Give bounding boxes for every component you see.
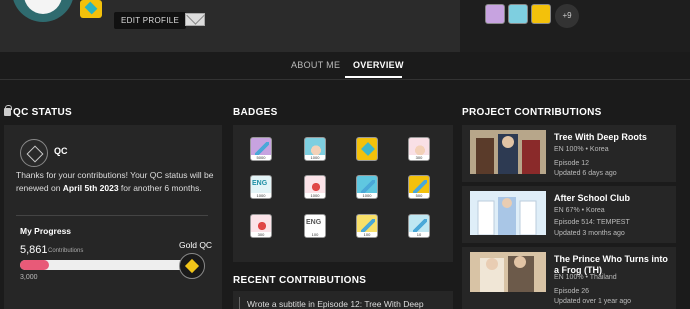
pencil-badge[interactable]: 1000 [356, 175, 378, 199]
queen-icon [413, 142, 427, 156]
pencil-icon [255, 142, 269, 156]
avatar-face [24, 0, 62, 14]
recent-contributions-list: Wrote a subtitle in Episode 12: Tree Wit… [233, 291, 453, 309]
project-title[interactable]: Tree With Deep Roots [554, 132, 672, 143]
queen-icon[interactable] [508, 4, 528, 24]
qc-message-post: for another 6 months. [118, 183, 202, 193]
project-updated: Updated 3 months ago [554, 230, 625, 237]
project-title[interactable]: After School Club [554, 193, 672, 204]
eng-icon: ENG [252, 180, 268, 187]
pencil-icon[interactable] [485, 4, 505, 24]
mail-icon[interactable] [185, 13, 205, 26]
eng-badge[interactable]: ENG 1000 [250, 175, 272, 199]
pencil-badge[interactable]: 5000 [250, 137, 272, 161]
profile-header [0, 0, 690, 52]
gold-qc-label: Gold QC [179, 240, 213, 250]
pencil-badge[interactable]: 500 [408, 175, 430, 199]
qc-status-card: QC Thanks for your contributions! Your Q… [4, 125, 222, 309]
diamond-badge-icon [80, 0, 102, 18]
diamond-icon[interactable] [531, 4, 551, 24]
project-meta: EN 100% • Korea [554, 146, 609, 153]
project-contributions-title: PROJECT CONTRIBUTIONS [462, 107, 602, 118]
queen-badge[interactable]: 300 [408, 137, 430, 161]
badges-grid: 5000 1000 300 ENG 1000 1000 1000 500 300 ENG 100 10… [233, 125, 453, 262]
badge-caption: 300 [251, 232, 271, 237]
project-meta: EN 67% • Korea [554, 207, 605, 214]
badge-caption: 300 [409, 155, 429, 160]
badge-caption: 1000 [305, 155, 325, 160]
qc-renew-date: April 5th 2023 [62, 183, 119, 193]
recent-item[interactable]: Wrote a subtitle in Episode 12: Tree Wit… [247, 299, 424, 309]
divider [16, 215, 208, 216]
pencil-icon [361, 180, 375, 194]
pencil-icon [361, 219, 375, 233]
progress-bar-fill [20, 260, 49, 270]
pencil-badge[interactable]: 10 [408, 214, 430, 238]
diamond-icon [361, 142, 375, 156]
qc-status-title: QC STATUS [13, 107, 72, 118]
project-card[interactable]: Tree With Deep Roots EN 100% • Korea Epi… [462, 125, 676, 182]
pencil-badge[interactable]: 100 [356, 214, 378, 238]
project-card[interactable]: After School Club EN 67% • Korea Episode… [462, 186, 676, 243]
contribution-label: Contributions [48, 248, 84, 254]
tab-overview[interactable]: OVERVIEW [353, 60, 404, 70]
badge-caption: 1000 [251, 193, 271, 198]
project-title[interactable]: The Prince Who Turns into a Frog (TH) [554, 254, 672, 276]
pencil-icon [413, 219, 427, 233]
progress-bar [20, 260, 190, 270]
project-thumbnail[interactable] [470, 191, 546, 235]
girl-icon [309, 180, 323, 194]
qc-diamond-icon [20, 139, 48, 167]
badge-caption: 500 [409, 193, 429, 198]
tab-about-me[interactable]: ABOUT ME [291, 60, 340, 70]
qc-message: Thanks for your contributions! Your QC s… [16, 169, 216, 195]
progress-min: 3,000 [20, 274, 38, 281]
timeline-line [239, 297, 240, 309]
profile-tabs: ABOUT ME OVERVIEW [0, 52, 690, 80]
project-meta: EN 100% • Thailand [554, 274, 617, 281]
more-badges-button[interactable]: +9 [555, 4, 579, 28]
active-tab-indicator [345, 76, 402, 78]
diamond-badge[interactable] [356, 137, 378, 161]
girl-icon [255, 219, 269, 233]
badge-caption: 100 [305, 232, 325, 237]
edit-profile-button[interactable]: EDIT PROFILE [114, 12, 187, 29]
gold-diamond-icon [179, 253, 205, 279]
project-episode: Episode 514: TEMPEST [554, 219, 630, 226]
project-thumbnail[interactable] [470, 252, 546, 292]
featured-badges [485, 4, 551, 24]
project-episode: Episode 12 [554, 160, 590, 167]
badge-caption: 10 [409, 232, 429, 237]
badge-caption: 5000 [251, 155, 271, 160]
progress-title: My Progress [20, 226, 72, 236]
girl-badge[interactable]: 300 [250, 214, 272, 238]
girl-badge[interactable]: 1000 [304, 175, 326, 199]
queen-icon [309, 142, 323, 156]
project-card[interactable]: The Prince Who Turns into a Frog (TH) EN… [462, 247, 676, 309]
eng-badge[interactable]: ENG 100 [304, 214, 326, 238]
badges-title: BADGES [233, 107, 278, 118]
lock-icon [4, 105, 12, 116]
project-thumbnail[interactable] [470, 130, 546, 174]
project-updated: Updated 6 days ago [554, 170, 617, 177]
project-updated: Updated over 1 year ago [554, 298, 632, 305]
contribution-count: 5,861 [20, 244, 48, 256]
recent-contributions-title: RECENT CONTRIBUTIONS [233, 275, 367, 286]
project-episode: Episode 26 [554, 288, 590, 295]
pencil-icon [413, 180, 427, 194]
badge-caption: 100 [357, 232, 377, 237]
eng-icon: ENG [306, 219, 322, 226]
qc-label: QC [54, 146, 68, 156]
queen-badge[interactable]: 1000 [304, 137, 326, 161]
badge-caption: 1000 [357, 193, 377, 198]
badge-caption: 1000 [305, 193, 325, 198]
